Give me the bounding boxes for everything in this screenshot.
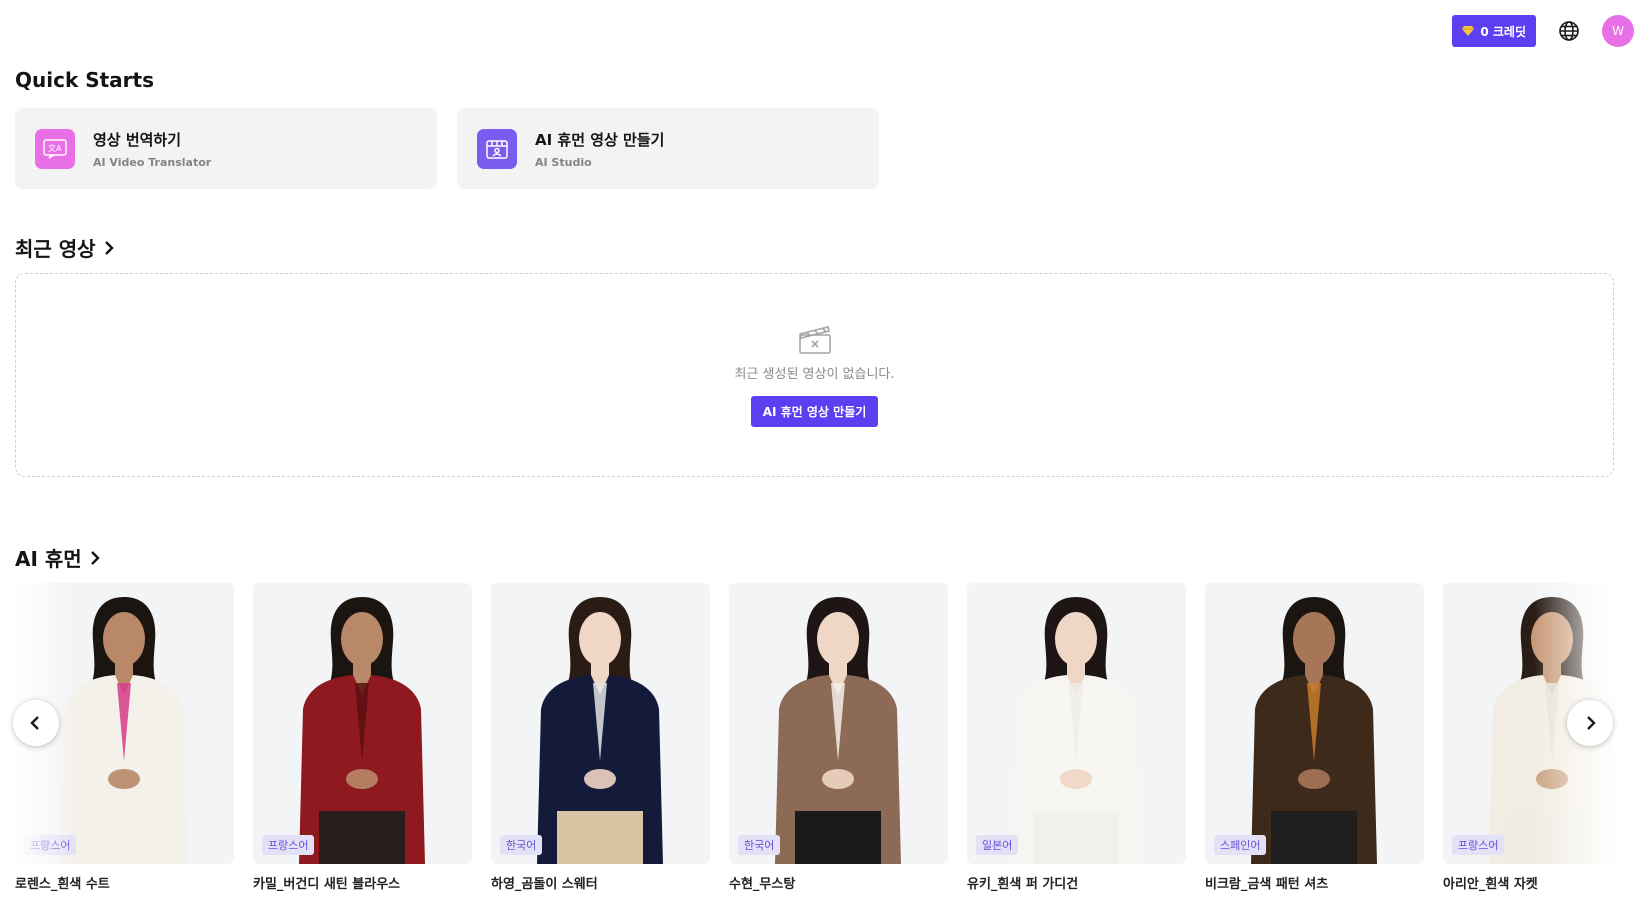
quick-starts-title-text: Quick Starts xyxy=(15,68,155,92)
chevron-right-icon xyxy=(104,240,114,255)
ai-human-card[interactable]: 한국어수현_무스탕 xyxy=(729,583,948,892)
ai-human-name: 로렌스_흰색 수트 xyxy=(15,877,110,892)
quick-start-title: AI 휴먼 영상 만들기 xyxy=(535,130,665,149)
svg-text:文A: 文A xyxy=(48,143,62,153)
ai-human-card[interactable]: 한국어하영_곰돌이 스웨터 xyxy=(491,583,710,892)
ai-human-card[interactable]: 일본어유키_흰색 퍼 가디건 xyxy=(967,583,1186,892)
quick-start-subtitle: AI Video Translator xyxy=(93,155,212,169)
language-badge: 일본어 xyxy=(976,835,1019,855)
ai-human-name: 하영_곰돌이 스웨터 xyxy=(491,877,598,892)
ai-humans-carousel: 프랑스어 로렌스_흰색 수트 프랑스어 카밀_버건디 새틴 블라우스 한국어 하영_곰돌이… xyxy=(15,583,1614,893)
ai-human-portrait: 스페인어 xyxy=(1205,583,1424,864)
credit-label: 0 크레딧 xyxy=(1480,24,1526,39)
ai-human-name: 수현_무스탕 xyxy=(729,877,796,892)
ai-humans-link[interactable]: AI 휴먼 xyxy=(15,543,104,572)
ai-human-portrait: 한국어 xyxy=(491,583,710,864)
ai-humans-title: AI 휴먼 xyxy=(15,547,82,571)
ai-human-card[interactable]: 스페인어비크람_금색 패턴 셔츠 xyxy=(1205,583,1424,892)
quick-start-video-translator[interactable]: 文A 영상 번역하기 AI Video Translator xyxy=(15,108,437,189)
recent-videos-link[interactable]: 최근 영상 xyxy=(15,233,118,262)
ai-human-card[interactable]: 프랑스어카밀_버건디 새틴 블라우스 xyxy=(253,583,472,892)
ai-human-portrait: 프랑스어 xyxy=(253,583,472,864)
topbar: 0 크레딧 W xyxy=(1452,14,1634,48)
language-badge: 프랑스어 xyxy=(1452,835,1505,855)
language-badge: 스페인어 xyxy=(1214,835,1267,855)
ai-human-portrait: 일본어 xyxy=(967,583,1186,864)
quick-start-ai-studio[interactable]: AI 휴먼 영상 만들기 AI Studio xyxy=(457,108,879,189)
create-ai-human-video-button[interactable]: AI 휴먼 영상 만들기 xyxy=(750,396,879,427)
chevron-right-icon xyxy=(1587,716,1596,730)
chevron-left-icon xyxy=(30,716,39,730)
user-avatar[interactable]: W xyxy=(1602,15,1634,47)
empty-state-text: 최근 생성된 영상이 없습니다. xyxy=(734,367,895,382)
language-button[interactable] xyxy=(1552,14,1586,48)
language-badge: 프랑스어 xyxy=(262,835,315,855)
ai-human-name: 유키_흰색 퍼 가디건 xyxy=(967,877,1079,892)
ai-human-name: 카밀_버건디 새틴 블라우스 xyxy=(253,877,401,892)
credit-button[interactable]: 0 크레딧 xyxy=(1452,15,1536,47)
chevron-right-icon xyxy=(90,550,100,565)
language-badge: 프랑스어 xyxy=(24,835,77,855)
gem-icon xyxy=(1462,26,1475,36)
translate-icon: 文A xyxy=(35,128,75,169)
ai-human-portrait: 한국어 xyxy=(729,583,948,864)
studio-icon xyxy=(477,128,517,169)
quick-start-subtitle: AI Studio xyxy=(535,155,592,169)
carousel-prev-button[interactable] xyxy=(13,700,59,746)
globe-icon xyxy=(1559,21,1579,41)
quick-start-title: 영상 번역하기 xyxy=(93,130,182,149)
carousel-next-button[interactable] xyxy=(1567,700,1613,746)
language-badge: 한국어 xyxy=(738,835,781,855)
language-badge: 한국어 xyxy=(500,835,543,855)
quick-starts-title: Quick Starts xyxy=(15,68,154,92)
clapperboard-icon xyxy=(798,326,831,354)
ai-human-name: 아리안_흰색 자켓 xyxy=(1443,877,1538,892)
ai-human-name: 비크람_금색 패턴 셔츠 xyxy=(1205,877,1329,892)
recent-videos-empty-state: 최근 생성된 영상이 없습니다. AI 휴먼 영상 만들기 xyxy=(15,273,1614,477)
recent-videos-title: 최근 영상 xyxy=(15,237,96,261)
